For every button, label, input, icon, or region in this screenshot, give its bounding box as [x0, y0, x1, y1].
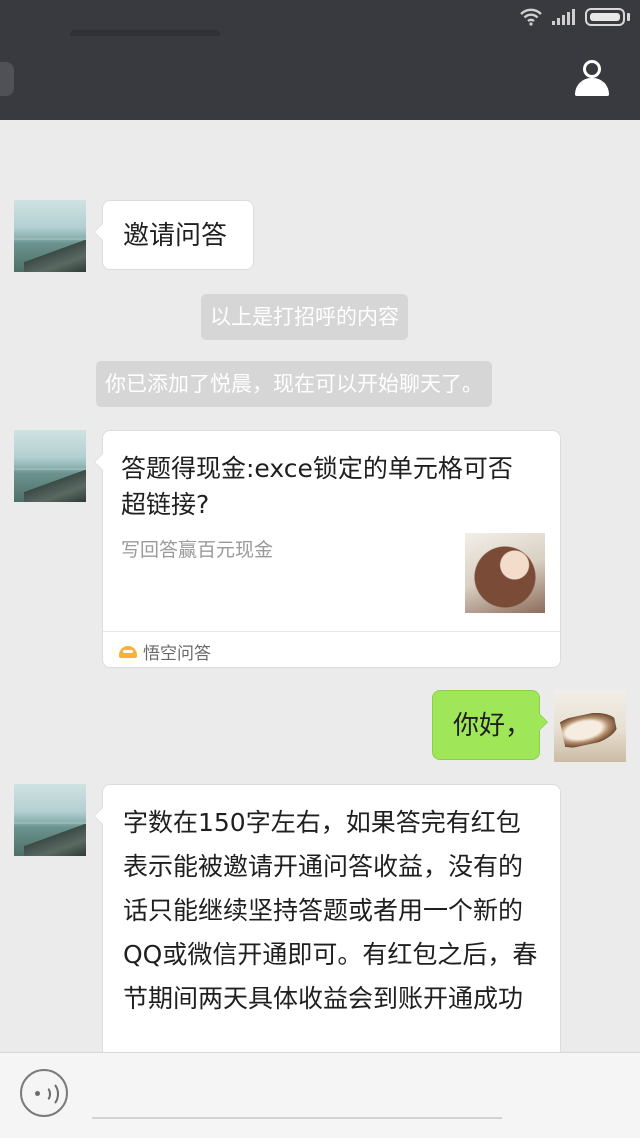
- message-input[interactable]: [92, 1071, 502, 1119]
- card-title: 答题得现金:exce锁定的单元格可否超链接?: [121, 454, 513, 519]
- question-card[interactable]: 答题得现金:exce锁定的单元格可否超链接? 写回答赢百元现金 悟空问答: [94, 430, 561, 668]
- my-avatar[interactable]: [554, 690, 626, 762]
- contact-avatar[interactable]: [14, 784, 86, 856]
- message-bubble[interactable]: 字数在150字左右，如果答完有红包表示能被邀请开通问答收益，没有的话只能继续坚持…: [94, 784, 561, 1084]
- contact-avatar[interactable]: [14, 430, 86, 502]
- input-bar-right-area: [520, 1065, 630, 1125]
- card-thumbnail: [465, 533, 545, 613]
- contact-avatar[interactable]: [14, 200, 86, 272]
- battery-tip: [627, 13, 630, 21]
- battery-icon: [585, 8, 625, 26]
- wukong-icon: [119, 645, 137, 658]
- system-message: 以上是打招呼的内容: [201, 294, 408, 340]
- chat-header: [0, 36, 640, 120]
- message-text: 字数在150字左右，如果答完有红包表示能被邀请开通问答收益，没有的话只能继续坚持…: [123, 808, 538, 1013]
- status-icons: [520, 8, 630, 26]
- back-button[interactable]: [0, 62, 14, 96]
- voice-icon[interactable]: [20, 1069, 68, 1117]
- message-text: 你好，: [453, 711, 532, 741]
- card-divider: [103, 631, 560, 632]
- status-bar: [0, 0, 640, 40]
- message-bubble[interactable]: 邀请问答: [94, 200, 254, 270]
- system-message: 你已添加了悦晨，现在可以开始聊天了。: [96, 361, 492, 407]
- input-bar: [0, 1052, 640, 1138]
- chat-area[interactable]: 邀请问答 以上是打招呼的内容 你已添加了悦晨，现在可以开始聊天了。 答题得现金:…: [0, 120, 640, 1084]
- wifi-icon: [520, 8, 542, 26]
- card-description: 写回答赢百元现金: [121, 539, 274, 561]
- my-message-bubble[interactable]: 你好，: [432, 690, 548, 760]
- message-text: 邀请问答: [123, 221, 228, 251]
- card-source: 悟空问答: [119, 639, 211, 664]
- person-icon[interactable]: [572, 58, 612, 98]
- signal-icon: [552, 9, 575, 25]
- card-source-label: 悟空问答: [143, 644, 211, 664]
